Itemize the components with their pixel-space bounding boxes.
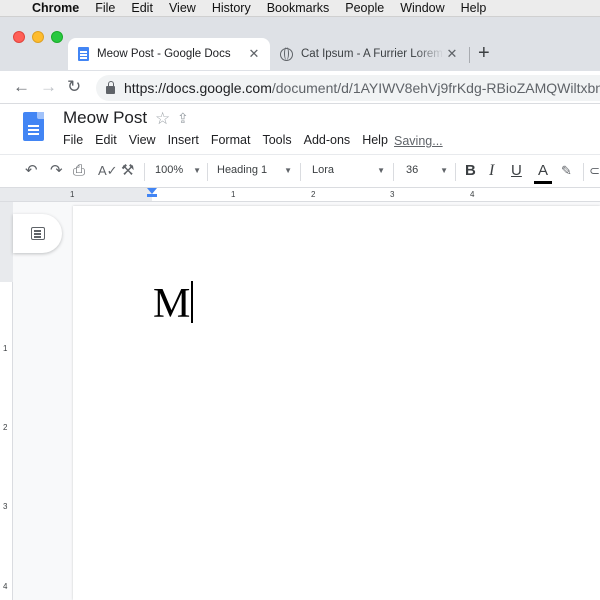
vertical-ruler[interactable]: 1 2 3 4 xyxy=(0,202,13,600)
spellcheck-icon[interactable]: A✓ xyxy=(98,161,118,181)
outline-list-icon xyxy=(30,227,45,240)
font-size-select[interactable]: 36 ▼ xyxy=(406,164,448,176)
docs-menu-format[interactable]: Format xyxy=(205,133,257,147)
window-maximize-button[interactable] xyxy=(51,31,63,43)
menu-people[interactable]: People xyxy=(337,1,392,15)
heading-text: M xyxy=(153,281,191,327)
editor-canvas: 1 2 3 4 M xyxy=(0,202,600,600)
back-arrow-icon[interactable]: ← xyxy=(13,76,30,98)
tab-close-icon[interactable]: ✕ xyxy=(246,46,262,62)
document-title[interactable]: Meow Post xyxy=(63,108,147,128)
url-host: https://docs.google.com xyxy=(124,80,272,96)
docs-logo-icon[interactable] xyxy=(23,112,44,141)
italic-button[interactable]: I xyxy=(489,161,494,181)
docs-menu-help[interactable]: Help xyxy=(356,133,394,147)
globe-icon xyxy=(280,47,293,61)
navigation-bar: ← → ↻ https://docs.google.com/document/d… xyxy=(0,71,600,104)
docs-menu-view[interactable]: View xyxy=(123,133,162,147)
toolbar-separator xyxy=(583,163,584,181)
formatting-toolbar: ↶ ↷ ⎙ A✓ ⚒ 100% ▼ Heading 1 ▼ Lora ▼ 36 … xyxy=(0,154,600,188)
forward-arrow-icon[interactable]: → xyxy=(40,76,57,98)
reload-icon[interactable]: ↻ xyxy=(67,76,81,98)
tab-separator xyxy=(469,47,470,63)
toolbar-separator xyxy=(393,163,394,181)
vertical-ruler-mark: 1 xyxy=(3,344,8,353)
font-size-value: 36 xyxy=(406,164,419,176)
new-tab-button[interactable]: + xyxy=(478,43,490,63)
menu-app-name[interactable]: Chrome xyxy=(30,1,87,15)
redo-icon[interactable]: ↷ xyxy=(50,161,63,181)
menu-bookmarks[interactable]: Bookmarks xyxy=(259,1,338,15)
docs-favicon-icon xyxy=(78,47,89,61)
vertical-ruler-margin xyxy=(0,202,13,282)
menu-file[interactable]: File xyxy=(87,1,123,15)
text-color-button[interactable]: A xyxy=(534,161,552,184)
docs-menu-file[interactable]: File xyxy=(57,133,89,147)
paint-format-icon[interactable]: ⚒ xyxy=(121,161,134,181)
menu-view[interactable]: View xyxy=(161,1,204,15)
horizontal-ruler[interactable]: 1 1 2 3 4 xyxy=(0,188,600,202)
caret-down-icon: ▼ xyxy=(377,165,385,175)
ruler-margin xyxy=(0,188,152,201)
ruler-content-area xyxy=(152,188,600,201)
docs-menubar: File Edit View Insert Format Tools Add-o… xyxy=(57,133,394,147)
ruler-mark: 1 xyxy=(231,190,236,199)
font-select[interactable]: Lora ▼ xyxy=(312,164,385,176)
print-icon[interactable]: ⎙ xyxy=(73,161,85,181)
lock-icon[interactable] xyxy=(106,80,115,94)
os-menubar: Chrome File Edit View History Bookmarks … xyxy=(0,0,600,17)
tab-close-icon[interactable]: ✕ xyxy=(444,46,460,62)
window-close-button[interactable] xyxy=(13,31,25,43)
docs-menu-addons[interactable]: Add-ons xyxy=(298,133,357,147)
style-select[interactable]: Heading 1 ▼ xyxy=(217,164,292,176)
address-bar[interactable]: https://docs.google.com/document/d/1AYIW… xyxy=(96,75,600,101)
underline-button[interactable]: U xyxy=(511,161,522,181)
toolbar-separator xyxy=(144,163,145,181)
vertical-ruler-mark: 4 xyxy=(3,582,8,591)
zoom-value: 100% xyxy=(155,164,184,176)
first-line-indent-icon[interactable] xyxy=(147,194,157,197)
ruler-mark: 2 xyxy=(311,190,316,199)
caret-down-icon: ▼ xyxy=(284,165,292,175)
document-page[interactable]: M xyxy=(73,206,600,600)
text-cursor xyxy=(191,281,193,323)
link-icon[interactable]: ⊂ xyxy=(589,161,600,181)
tab-title: Meow Post - Google Docs xyxy=(97,48,231,60)
highlight-icon[interactable]: ✎ xyxy=(561,161,572,181)
docs-menu-tools[interactable]: Tools xyxy=(256,133,297,147)
vertical-ruler-mark: 2 xyxy=(3,423,8,432)
docs-menu-insert[interactable]: Insert xyxy=(162,133,205,147)
url-path: /document/d/1AYIWV8ehVj9frKdg-RBioZAMQWi… xyxy=(271,80,600,96)
vertical-ruler-mark: 3 xyxy=(3,502,8,511)
menu-edit[interactable]: Edit xyxy=(123,1,161,15)
ruler-mark: 4 xyxy=(470,190,475,199)
docs-header: Meow Post ☆ ⇪ File Edit View Insert Form… xyxy=(0,104,600,154)
star-icon[interactable]: ☆ xyxy=(155,109,170,129)
docs-menu-edit[interactable]: Edit xyxy=(89,133,123,147)
menu-history[interactable]: History xyxy=(204,1,259,15)
style-value: Heading 1 xyxy=(217,164,268,176)
toolbar-separator xyxy=(207,163,208,181)
toolbar-separator xyxy=(300,163,301,181)
font-value: Lora xyxy=(312,164,335,176)
move-to-folder-icon[interactable]: ⇪ xyxy=(177,110,189,127)
menu-window[interactable]: Window xyxy=(392,1,452,15)
caret-down-icon: ▼ xyxy=(193,165,201,175)
zoom-select[interactable]: 100% ▼ xyxy=(155,164,201,176)
toolbar-separator xyxy=(455,163,456,181)
document-outline-button[interactable] xyxy=(13,214,62,253)
ruler-mark: 3 xyxy=(390,190,395,199)
ruler-mark: 1 xyxy=(70,190,75,199)
tab-meow-post[interactable]: Meow Post - Google Docs ✕ xyxy=(68,38,270,70)
tab-title: Cat Ipsum - A Furrier Lorem Ipsum xyxy=(301,48,444,60)
document-body[interactable]: M xyxy=(153,280,193,328)
window-minimize-button[interactable] xyxy=(32,31,44,43)
undo-icon[interactable]: ↶ xyxy=(25,161,38,181)
menu-help[interactable]: Help xyxy=(453,1,495,15)
bold-button[interactable]: B xyxy=(465,161,476,181)
window-controls xyxy=(13,31,63,43)
tab-cat-ipsum[interactable]: Cat Ipsum - A Furrier Lorem Ipsum ✕ xyxy=(270,38,468,70)
caret-down-icon: ▼ xyxy=(440,165,448,175)
save-status[interactable]: Saving... xyxy=(394,134,443,148)
